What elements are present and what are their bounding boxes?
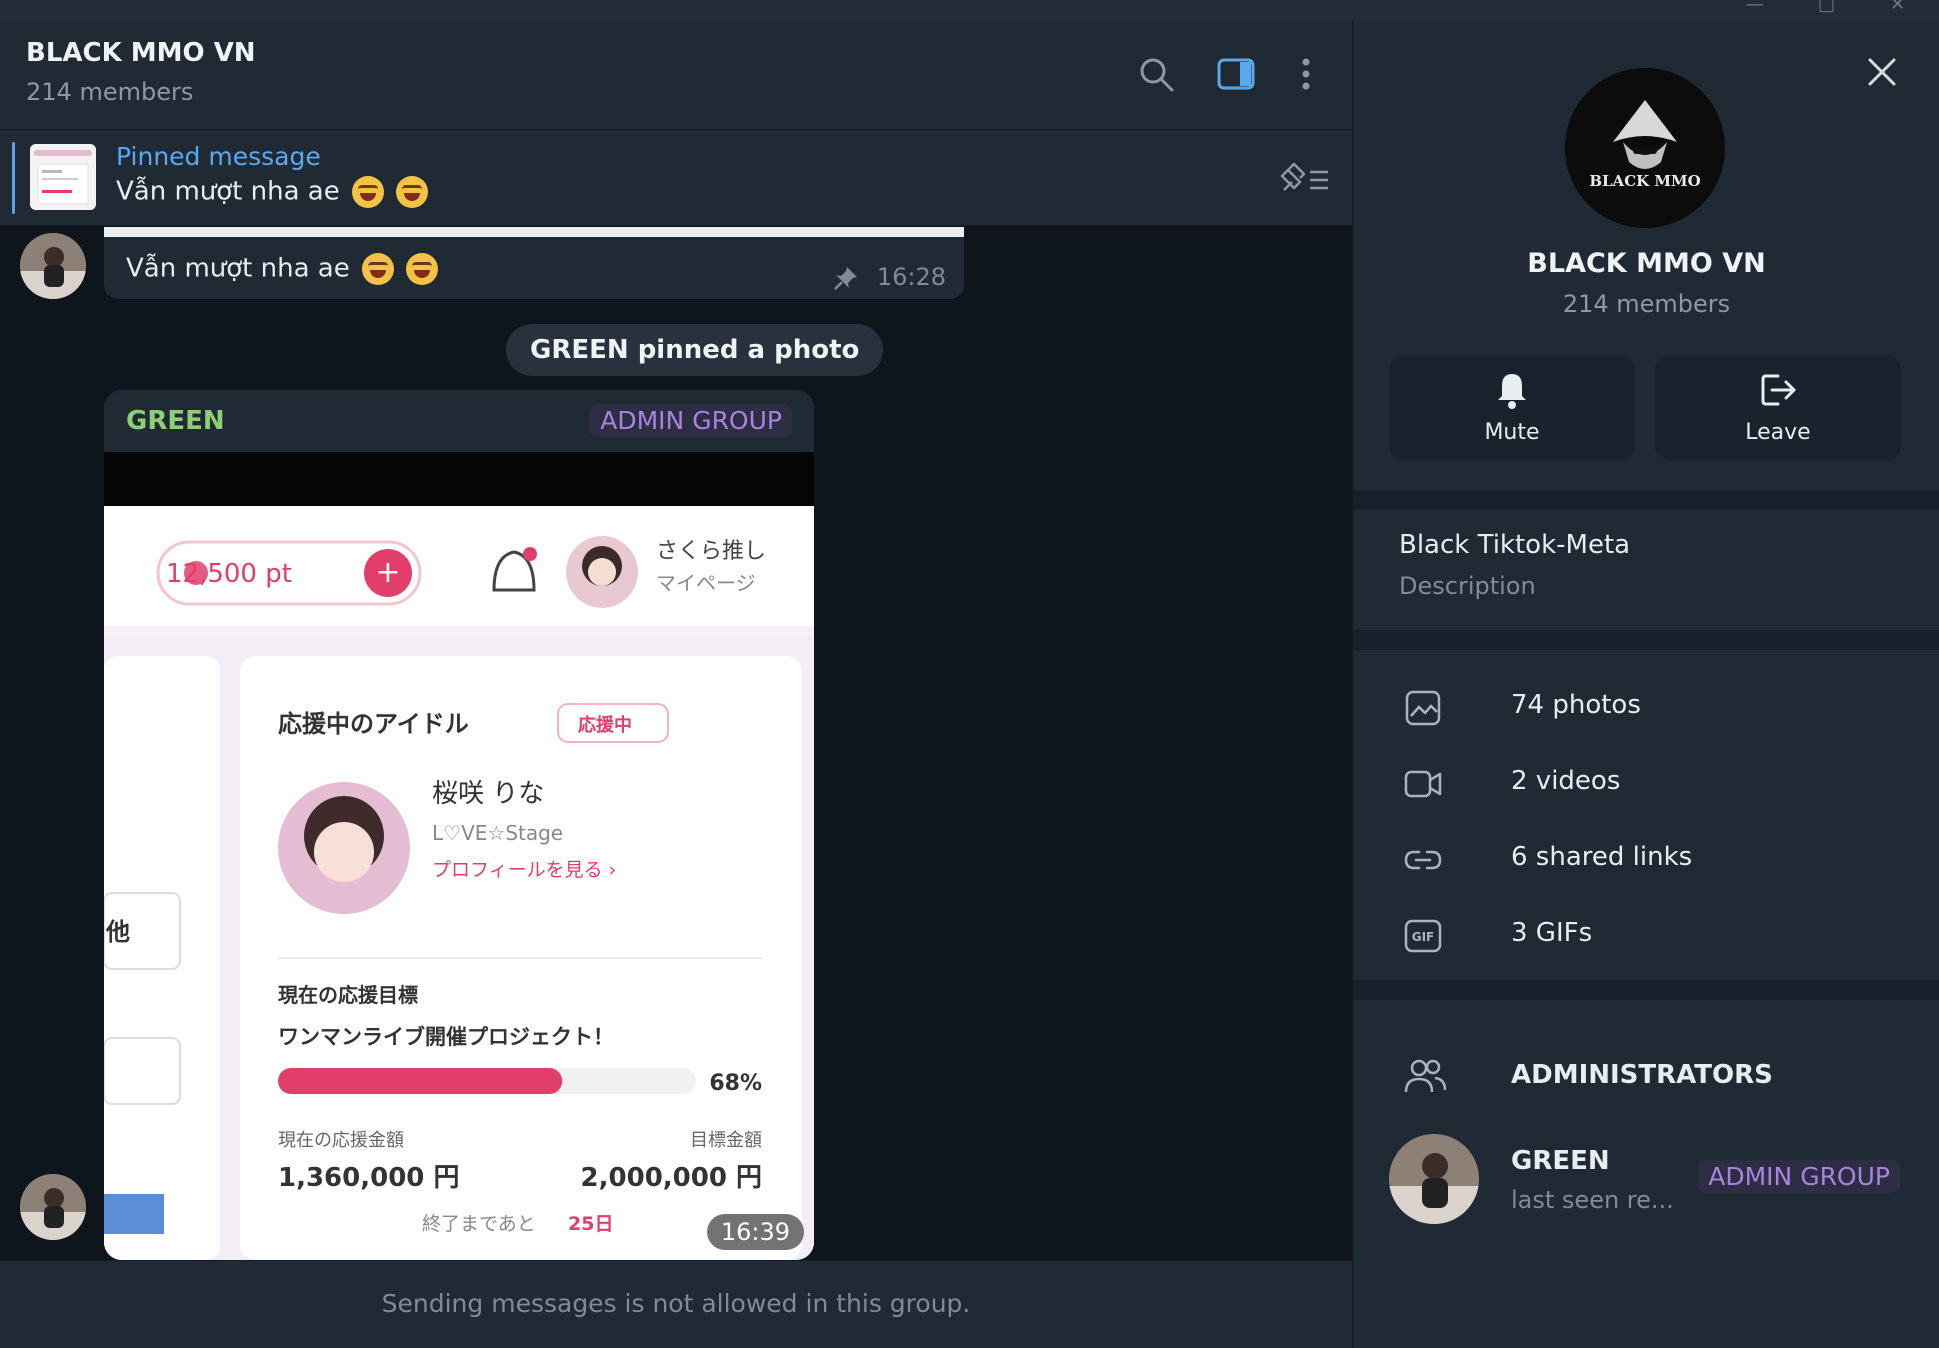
search-icon[interactable] [1136, 54, 1176, 94]
laughing-emoji-icon [361, 253, 394, 285]
leave-button[interactable]: Leave [1655, 356, 1901, 460]
leave-label: Leave [1745, 420, 1811, 445]
window-close-icon[interactable]: ✕ [1890, 0, 1905, 15]
message-time: 16:28 [876, 263, 946, 291]
pin-icon [834, 267, 858, 290]
photo-target-amount: 2,000,000 円 [581, 1163, 762, 1193]
pinned-title: Pinned message [116, 142, 321, 171]
media-label-photos: 74 photos [1511, 690, 1641, 720]
svg-text:+: + [375, 555, 400, 590]
pinned-accent-line [12, 142, 15, 214]
media-row-videos[interactable]: 2 videos [1353, 746, 1939, 822]
photo-profile-link: プロフィールを見る › [432, 859, 616, 881]
admin-name[interactable]: GREEN [1511, 1146, 1610, 1176]
composer-disabled-text: Sending messages is not allowed in this … [381, 1289, 971, 1318]
photo-idol-name: 桜咲 りな [432, 779, 544, 809]
photo-progress-pct: 68% [709, 1071, 762, 1096]
more-menu-icon[interactable] [1286, 54, 1326, 94]
pinned-text-content: Vẫn mượt nha ae [116, 176, 340, 207]
group-avatar[interactable]: BLACK MMO [1565, 68, 1725, 228]
link-icon [1404, 850, 1442, 870]
media-row-gifs[interactable]: GIF 3 GIFs [1353, 898, 1939, 974]
laughing-emoji-icon [351, 176, 384, 208]
photo-current-amount: 1,360,000 円 [278, 1163, 459, 1193]
mute-button[interactable]: Mute [1389, 356, 1635, 460]
photo-message[interactable]: GREEN ADMIN GROUP + 12,500 pt さくら推し マイペー… [104, 390, 814, 1260]
photo-project: ワンマンライブ開催プロジェクト！ [278, 1025, 614, 1049]
description-label: Description [1399, 572, 1536, 600]
video-icon [1404, 770, 1442, 798]
laughing-emoji-icon [396, 176, 429, 208]
media-label-links: 6 shared links [1511, 842, 1693, 872]
message-text-content: Vẫn mượt nha ae [126, 253, 350, 284]
user-avatar[interactable] [20, 233, 86, 299]
photo-current-label: 現在の応援金額 [278, 1130, 404, 1151]
chat-title[interactable]: BLACK MMO VN [26, 38, 256, 68]
service-message: GREEN pinned a photo [506, 324, 884, 376]
bell-icon [1498, 374, 1526, 409]
message-bubble[interactable]: Vẫn mượt nha ae 16:28 [104, 227, 964, 299]
administrators-block: ADMINISTRATORS GREEN last seen re... ADM… [1353, 1000, 1939, 1348]
minimize-icon[interactable]: — [1746, 0, 1764, 15]
photo-remaining: 終了まであと [422, 1213, 536, 1235]
chat-header[interactable]: BLACK MMO VN 214 members [0, 20, 1352, 130]
media-row-links[interactable]: 6 shared links [1353, 822, 1939, 898]
administrators-icon [1404, 1059, 1447, 1093]
shared-media-block: 74 photos 2 videos 6 shared links GIF 3 … [1353, 650, 1939, 980]
composer-disabled-bar: Sending messages is not allowed in this … [0, 1260, 1352, 1348]
message-photo[interactable]: + 12,500 pt さくら推し マイページ 応援中のアイドル 応援中 桜咲 … [104, 452, 814, 1260]
description-block: Black Tiktok-Meta Description [1353, 510, 1939, 630]
user-avatar[interactable] [20, 1174, 86, 1240]
message-text: Vẫn mượt nha ae [126, 253, 439, 285]
message-time: 16:39 [706, 1214, 804, 1250]
photo-side-char: 他 [105, 918, 130, 946]
photo-points: 12,500 pt [166, 559, 292, 589]
admin-badge: ADMIN GROUP [590, 404, 792, 437]
photo-oshi: さくら推し [656, 539, 766, 564]
photo-section-title: 応援中のアイドル [278, 710, 469, 738]
chat-member-count: 214 members [26, 78, 194, 106]
description-text: Black Tiktok-Meta [1399, 530, 1631, 560]
sidebar-toggle-icon[interactable] [1216, 54, 1256, 94]
pinned-text: Vẫn mượt nha ae [116, 176, 429, 208]
svg-text:GIF: GIF [1412, 930, 1435, 944]
media-label-gifs: 3 GIFs [1511, 918, 1593, 948]
pinned-list-icon[interactable] [1276, 160, 1332, 200]
gif-icon: GIF [1404, 919, 1442, 953]
group-member-count[interactable]: 214 members [1353, 290, 1939, 318]
photo-goal-label: 現在の応援目標 [278, 983, 418, 1007]
media-label-videos: 2 videos [1511, 766, 1621, 796]
group-info-panel: BLACK MMO BLACK MMO VN 214 members Mute … [1352, 20, 1939, 1348]
close-icon[interactable] [1864, 54, 1900, 90]
photo-days: 25日 [568, 1213, 613, 1235]
mute-label: Mute [1484, 420, 1540, 445]
pinned-thumbnail [30, 144, 96, 210]
group-info-header: BLACK MMO BLACK MMO VN 214 members Mute … [1353, 20, 1939, 490]
group-title: BLACK MMO VN [1527, 248, 1766, 279]
laughing-emoji-icon [406, 253, 439, 285]
photo-supporting-badge: 応援中 [578, 714, 632, 736]
media-row-photos[interactable]: 74 photos [1353, 670, 1939, 746]
admin-avatar[interactable] [1389, 1134, 1479, 1224]
group-logo-text: BLACK MMO [1589, 172, 1700, 190]
message-meta: 16:28 [833, 263, 946, 291]
message-image-edge [104, 227, 964, 237]
pinned-message-bar[interactable]: Pinned message Vẫn mượt nha ae [0, 130, 1352, 226]
photo-top-band [104, 452, 814, 506]
maximize-icon[interactable]: □ [1818, 0, 1835, 15]
window-titlebar: — □ ✕ [0, 0, 1939, 20]
admin-status: last seen re... [1511, 1186, 1674, 1214]
chat-area: BLACK MMO VN 214 members Pinned message … [0, 20, 1352, 1348]
administrators-heading: ADMINISTRATORS [1511, 1060, 1773, 1090]
photo-idol-group: L♡VE☆Stage [432, 821, 563, 845]
leave-icon [1761, 374, 1796, 406]
photo-progress-fill [278, 1068, 563, 1094]
admin-role-badge: ADMIN GROUP [1698, 1160, 1900, 1193]
photo-mypage: マイページ [656, 571, 756, 595]
photo-content: + 12,500 pt さくら推し マイページ 応援中のアイドル 応援中 桜咲 … [104, 506, 814, 1260]
message-sender[interactable]: GREEN [126, 406, 225, 436]
photo-icon [1405, 690, 1441, 726]
photo-target-label: 目標金額 [690, 1130, 762, 1151]
